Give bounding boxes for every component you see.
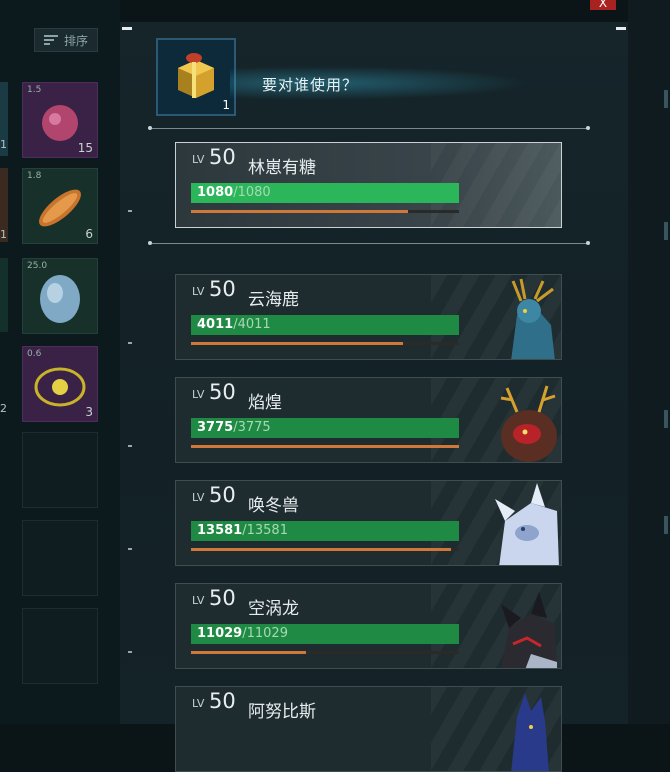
target-card-pal[interactable]: LV 50 云海鹿 4011/4011 xyxy=(175,274,562,360)
level-value: 50 xyxy=(209,586,236,610)
anubis-pal-icon xyxy=(511,693,549,771)
hp-bar: 13581/13581 xyxy=(191,521,459,541)
slot-qty: 1 xyxy=(0,138,7,151)
ice-beast-pal-icon xyxy=(495,483,559,565)
dialog-question: 要对谁使用？ xyxy=(262,76,359,94)
hp-current: 3775 xyxy=(197,420,234,435)
close-icon: X xyxy=(598,0,608,10)
hp-max: /3775 xyxy=(233,420,271,435)
hp-bar: 3775/3775 xyxy=(191,418,459,438)
egg-icon xyxy=(40,275,80,323)
card-tick xyxy=(128,445,132,447)
sort-icon xyxy=(43,35,58,45)
divider xyxy=(148,126,590,130)
target-card-pal[interactable]: LV 50 空涡龙 11029/11029 xyxy=(175,583,562,669)
target-card-pal[interactable]: LV 50 阿努比斯 xyxy=(175,686,562,772)
hp-max: /13581 xyxy=(242,523,288,538)
hp-max: /4011 xyxy=(233,317,271,332)
target-name: 焰煌 xyxy=(248,393,282,413)
inventory-slot[interactable]: 1.8 6 xyxy=(22,168,98,244)
side-panel xyxy=(628,0,670,724)
slot-qty: 15 xyxy=(77,141,93,155)
card-tick xyxy=(128,548,132,550)
slot-qty: 6 xyxy=(85,227,93,241)
slot-qty: 2 xyxy=(0,402,7,415)
inventory-slot[interactable]: 1.5 15 xyxy=(22,82,98,158)
corner-mark xyxy=(616,27,626,30)
target-card-player[interactable]: LV 50 林崽有糖 1080/1080 xyxy=(175,142,562,228)
target-name: 阿努比斯 xyxy=(248,702,316,722)
use-item-dialog: 1 要对谁使用？ LV 50 林崽有糖 1080/1080 LV 50 云海鹿 … xyxy=(120,22,628,772)
inventory-slot[interactable]: 25.0 xyxy=(22,258,98,334)
xp-bar xyxy=(191,651,459,654)
xp-bar xyxy=(191,210,459,213)
target-name: 云海鹿 xyxy=(248,290,299,310)
xp-bar xyxy=(191,548,459,551)
target-name: 唤冬兽 xyxy=(248,496,299,516)
level-prefix: LV xyxy=(192,153,205,166)
xp-bar xyxy=(191,342,459,345)
dragon-deer-pal-icon xyxy=(511,278,555,359)
hp-current: 4011 xyxy=(197,317,234,332)
level-value: 50 xyxy=(209,483,236,507)
gift-box-icon xyxy=(178,53,214,98)
fruit-icon xyxy=(42,105,78,141)
target-card-pal[interactable]: LV 50 唤冬兽 13581/13581 xyxy=(175,480,562,566)
sort-button[interactable]: 排序 xyxy=(34,28,98,52)
inventory-slot-empty[interactable] xyxy=(22,520,98,596)
item-count: 1 xyxy=(222,98,230,112)
target-card-pal[interactable]: LV 50 焰煌 3775/3775 xyxy=(175,377,562,463)
level-prefix: LV xyxy=(192,388,205,401)
hp-bar: 4011/4011 xyxy=(191,315,459,335)
hp-bar: 1080/1080 xyxy=(191,183,459,203)
level-prefix: LV xyxy=(192,491,205,504)
xp-bar xyxy=(191,445,459,448)
level-value: 50 xyxy=(209,380,236,404)
level-prefix: LV xyxy=(192,697,205,710)
slot-weight: 1.8 xyxy=(27,171,42,181)
level-value: 50 xyxy=(209,689,236,713)
selected-item: 1 xyxy=(156,38,236,116)
slot-qty: 3 xyxy=(85,405,93,419)
void-dragon-pal-icon xyxy=(501,592,557,668)
slot-weight: 0.6 xyxy=(27,349,42,359)
close-button[interactable]: X xyxy=(590,0,616,10)
hp-max: /11029 xyxy=(242,626,288,641)
inventory-panel: 排序 1 1 2 1.5 15 1.8 6 25.0 0.6 3 xyxy=(0,0,120,724)
inventory-slot-edge[interactable] xyxy=(0,258,8,332)
bread-icon xyxy=(39,189,81,227)
inventory-slot-empty[interactable] xyxy=(22,432,98,508)
inventory-slot-empty[interactable] xyxy=(22,608,98,684)
hp-bar: 11029/11029 xyxy=(191,624,459,644)
divider xyxy=(148,241,590,245)
sphere-icon xyxy=(34,367,86,407)
card-tick xyxy=(128,651,132,653)
inventory-slot[interactable]: 0.6 3 xyxy=(22,346,98,422)
target-name: 空涡龙 xyxy=(248,599,299,619)
slot-qty: 1 xyxy=(0,228,7,241)
slot-weight: 1.5 xyxy=(27,85,42,95)
hp-max: /1080 xyxy=(233,185,271,200)
level-prefix: LV xyxy=(192,285,205,298)
hp-current: 1080 xyxy=(197,185,234,200)
level-value: 50 xyxy=(209,145,236,169)
card-tick xyxy=(128,210,132,212)
slot-weight: 25.0 xyxy=(27,261,48,271)
sort-label: 排序 xyxy=(63,33,88,48)
corner-mark xyxy=(122,27,132,30)
hp-current: 13581 xyxy=(197,523,243,538)
fire-antler-pal-icon xyxy=(500,385,557,462)
hp-current: 11029 xyxy=(197,626,243,641)
card-tick xyxy=(128,342,132,344)
level-prefix: LV xyxy=(192,594,205,607)
level-value: 50 xyxy=(209,277,236,301)
target-name: 林崽有糖 xyxy=(248,158,316,178)
